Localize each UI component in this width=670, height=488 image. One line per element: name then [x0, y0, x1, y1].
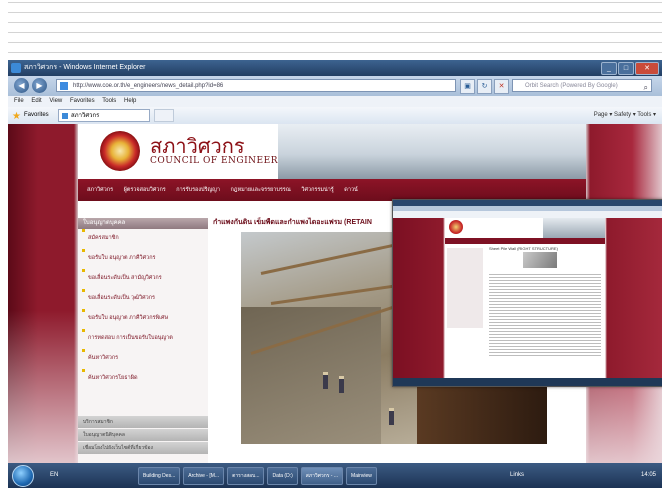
menu-tools[interactable]: Tools: [102, 98, 116, 104]
menu-favorites[interactable]: Favorites: [70, 98, 95, 104]
sidebar-menu: สมัครสมาชิก ขอรับใบ อนุญาต ภาคีวิศวกร ขอ…: [82, 229, 204, 394]
sidebar-item[interactable]: ขอรับใบ อนุญาต ภาคีวิศวกร: [82, 249, 204, 262]
nav-item[interactable]: สภาวิศวกร: [87, 187, 113, 193]
photo-worker: [323, 372, 328, 389]
left-sidebar: ใบอนุญาตบุคคล สมัครสมาชิก ขอรับใบ อนุญาต…: [78, 218, 208, 463]
sidebar-item[interactable]: ขอเลื่อนระดับเป็น วุฒิวิศวกร: [82, 289, 204, 302]
sidebar-item[interactable]: ขอเลื่อนระดับเป็น สามัญวิศวกร: [82, 269, 204, 282]
sidebar-box[interactable]: ใบอนุญาตนิติบุคคล: [78, 429, 208, 441]
browser-window: สภาวิศวกร - Windows Internet Explorer _ …: [8, 60, 662, 488]
system-clock[interactable]: 14:05: [641, 463, 656, 488]
site-title-english: COUNCIL OF ENGINEERS: [150, 156, 285, 166]
address-bar: ◀ ▶ http://www.coe.or.th/e_engineers/new…: [8, 76, 662, 96]
header-banner-image: [278, 124, 586, 179]
page-icon: [60, 82, 68, 90]
inset-sidebar: [447, 248, 483, 328]
favorites-star-icon[interactable]: ★: [12, 108, 21, 125]
sidebar-item[interactable]: การทดสอบ การเป็นขอรับใบอนุญาต: [82, 329, 204, 342]
menu-help[interactable]: Help: [124, 98, 136, 104]
search-icon[interactable]: ⌕: [644, 81, 648, 94]
taskbar-item[interactable]: Mainview: [346, 467, 377, 485]
menu-bar: File Edit View Favorites Tools Help: [8, 96, 662, 107]
nav-item[interactable]: การรับรองปริญญา: [176, 187, 220, 193]
start-button[interactable]: [12, 465, 34, 487]
taskbar-item[interactable]: Data (D:): [267, 467, 298, 485]
council-seal-logo[interactable]: [100, 131, 140, 171]
window-titlebar: สภาวิศวกร - Windows Internet Explorer _ …: [8, 60, 662, 76]
lined-paper-background: [0, 0, 670, 60]
inset-screenshot: Sheet Pile Wall (RIGHT STRUCTURE): [392, 199, 662, 387]
inset-figure: [523, 252, 557, 268]
minimize-button[interactable]: _: [601, 62, 617, 75]
sidebar-item[interactable]: ค้นหาวิศวกรโยธาผิด: [82, 369, 204, 382]
url-input[interactable]: http://www.coe.or.th/e_engineers/news_de…: [56, 79, 456, 92]
photo-worker: [389, 408, 394, 425]
inset-banner: [543, 218, 605, 238]
inset-toolbar: [393, 211, 662, 218]
search-placeholder: Orbit Search (Powered By Google): [525, 83, 618, 89]
menu-view[interactable]: View: [49, 98, 62, 104]
favorites-bar: ★ Favorites สภาวิศวกร Page ▾ Safety ▾ To…: [8, 107, 662, 125]
back-button[interactable]: ◀: [14, 78, 29, 93]
taskbar-item-active[interactable]: สภาวิศวกร - ...: [300, 467, 344, 485]
links-toolbar[interactable]: Links: [510, 463, 524, 488]
tab-title: สภาวิศวกร: [71, 113, 100, 119]
photo-excavation: [241, 307, 381, 444]
sidebar-box[interactable]: บริการสมาชิก: [78, 416, 208, 428]
windows-taskbar: EN Building Des... Archive - [M... ตาราง…: [8, 463, 662, 488]
sidebar-item[interactable]: สมัครสมาชิก: [82, 229, 204, 242]
nav-item[interactable]: กฎหมายและจรรยาบรรณ: [230, 187, 290, 193]
nav-item[interactable]: ดาวน์: [344, 187, 358, 193]
sidebar-section-title: ใบอนุญาตบุคคล: [78, 218, 208, 229]
menu-file[interactable]: File: [14, 98, 24, 104]
nav-item[interactable]: ผู้ตรวจสอบวิศวกร: [124, 187, 166, 193]
forward-button[interactable]: ▶: [32, 78, 47, 93]
language-indicator[interactable]: EN: [50, 463, 58, 488]
menu-edit[interactable]: Edit: [31, 98, 41, 104]
inset-body-text: [489, 272, 601, 357]
favorites-label[interactable]: Favorites: [24, 107, 49, 124]
ie-icon: [11, 63, 21, 73]
inset-nav: [445, 238, 605, 244]
photo-worker: [339, 376, 344, 393]
taskbar-item[interactable]: Archive - [M...: [183, 467, 225, 485]
inset-logo: [449, 220, 463, 234]
nav-item[interactable]: วิศวกรรมน่ารู้: [301, 187, 333, 193]
search-input[interactable]: Orbit Search (Powered By Google) ⌕: [512, 79, 652, 92]
taskbar-item[interactable]: ตารางสอบ...: [227, 467, 265, 485]
stop-button[interactable]: ✕: [494, 79, 509, 94]
compat-view-button[interactable]: ▣: [460, 79, 475, 94]
new-tab-button[interactable]: [154, 109, 174, 122]
taskbar-item[interactable]: Building Des...: [138, 467, 181, 485]
site-top-nav: สภาวิศวกร ผู้ตรวจสอบวิศวกร การรับรองปริญ…: [78, 179, 586, 201]
refresh-button[interactable]: ↻: [477, 79, 492, 94]
window-title: สภาวิศวกร - Windows Internet Explorer: [24, 64, 146, 71]
inset-title: Sheet Pile Wall (RIGHT STRUCTURE): [489, 246, 558, 251]
inset-taskbar: [393, 378, 662, 386]
site-header: สภาวิศวกร COUNCIL OF ENGINEERS: [78, 124, 586, 179]
content-title: กำแพงกันดิน เข็มพืดและกำแพงไดอะแฟรม (RET…: [213, 219, 372, 226]
close-button[interactable]: ✕: [635, 62, 659, 75]
tab-icon: [62, 113, 68, 119]
url-text: http://www.coe.or.th/e_engineers/news_de…: [73, 83, 224, 89]
sidebar-box[interactable]: เชื่อมโยงไปยังเว็บไซต์ที่เกี่ยวข้อง: [78, 442, 208, 454]
sidebar-item[interactable]: ค้นหาวิศวกร: [82, 349, 204, 362]
command-bar[interactable]: Page ▾ Safety ▾ Tools ▾: [594, 107, 656, 124]
maximize-button[interactable]: □: [618, 62, 634, 75]
browser-tab[interactable]: สภาวิศวกร: [58, 109, 150, 122]
sidebar-item[interactable]: ขอรับใบ อนุญาต ภาคีวิศวกรพิเศษ: [82, 309, 204, 322]
